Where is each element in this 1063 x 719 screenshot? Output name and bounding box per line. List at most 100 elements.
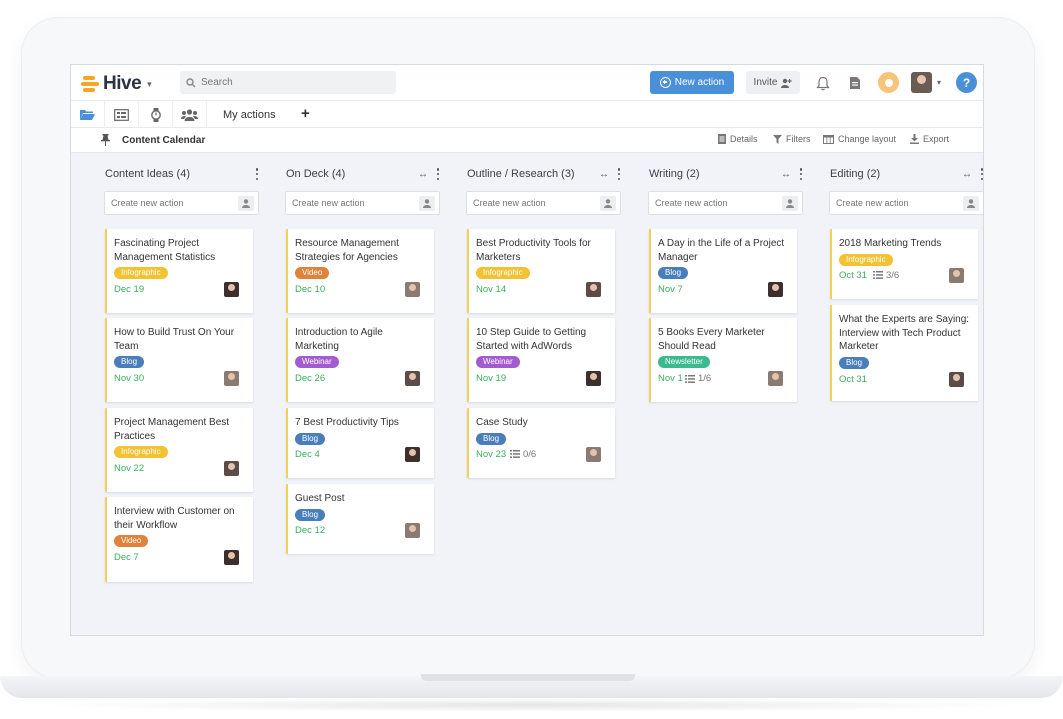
column-menu-icon[interactable] [436,168,440,180]
label-tag[interactable]: Blog [295,432,326,445]
assignee-avatar[interactable] [405,371,420,386]
assignee-avatar[interactable] [586,282,601,297]
assignee-avatar[interactable] [586,446,601,462]
filters-button[interactable]: Filters [773,134,811,144]
assign-user-icon[interactable] [782,196,798,211]
details-button[interactable]: Details [718,134,758,144]
assignee-avatar[interactable] [224,371,239,386]
label-tag[interactable]: Infographic [839,253,893,266]
export-button[interactable]: Export [910,134,949,144]
due-date[interactable]: Nov 23 [476,449,506,460]
due-date[interactable]: Nov 19 [476,373,506,384]
action-card[interactable]: Guest Post Blog Dec 12 [286,484,434,554]
assignee-avatar[interactable] [405,522,420,538]
tab-table-view[interactable] [105,101,139,128]
chevron-down-icon[interactable]: ▾ [937,78,941,87]
label-tag[interactable]: Newsletter [658,356,710,368]
invite-button[interactable]: Invite [746,71,800,94]
action-card[interactable]: Introduction to Agile Marketing Webinar De… [286,318,434,402]
add-tab-button[interactable]: + [301,105,310,122]
column-title[interactable]: Editing (2) [830,168,880,180]
assignee-avatar[interactable] [768,371,783,386]
create-action-field[interactable] [285,191,440,215]
assign-user-icon[interactable] [238,196,254,211]
due-date[interactable]: Dec 4 [295,449,320,460]
assign-user-icon[interactable] [963,196,979,211]
tab-my-actions[interactable]: My actions [223,109,276,121]
assignee-avatar[interactable] [768,282,783,297]
label-tag[interactable]: Webinar [476,356,520,368]
action-card[interactable]: Best Productivity Tools for Marketers Inf… [467,229,615,313]
label-tag[interactable]: Blog [658,267,689,279]
tab-projects[interactable] [71,101,105,128]
label-tag[interactable]: Infographic [114,446,168,458]
create-action-field[interactable] [104,191,259,215]
notes-button[interactable] [846,74,864,92]
action-card[interactable]: A Day in the Life of a Project Manager Bl… [649,229,797,313]
create-action-input[interactable] [111,198,231,208]
label-tag[interactable]: Blog [476,432,507,445]
assignee-avatar[interactable] [405,446,420,462]
due-date[interactable]: Dec 10 [295,284,325,295]
column-menu-icon[interactable] [799,168,803,180]
action-card[interactable]: 10 Step Guide to Getting Started with Ad… [467,318,615,402]
user-avatar[interactable] [911,72,932,93]
create-action-field[interactable] [829,191,983,215]
create-action-input[interactable] [655,198,775,208]
notifications-button[interactable] [814,74,832,92]
create-action-input[interactable] [473,198,593,208]
assignee-avatar[interactable] [224,550,239,565]
column-menu-icon[interactable] [980,168,983,180]
search-input[interactable] [201,77,381,88]
assignee-avatar[interactable] [586,371,601,386]
expand-column-icon[interactable]: ↔ [418,169,428,180]
label-tag[interactable]: Infographic [114,267,168,279]
label-tag[interactable]: Webinar [295,356,339,368]
search-box[interactable] [180,71,396,94]
column-title[interactable]: Content Ideas (4) [105,168,190,180]
expand-column-icon[interactable]: ↔ [599,169,609,180]
pin-icon[interactable] [101,134,110,146]
assign-user-icon[interactable] [419,196,435,211]
assignee-avatar[interactable] [224,461,239,476]
label-tag[interactable]: Video [114,535,149,547]
due-date[interactable]: Oct 31 [839,270,867,281]
label-tag[interactable]: Infographic [476,267,530,279]
due-date[interactable]: Dec 12 [295,525,325,536]
assignee-avatar[interactable] [405,282,420,297]
create-action-field[interactable] [466,191,621,215]
tab-team[interactable] [173,101,207,128]
action-card[interactable]: Resource Management Strategies for Agenc… [286,229,434,313]
label-tag[interactable]: Blog [114,356,145,368]
column-menu-icon[interactable] [255,168,259,180]
assignee-avatar[interactable] [949,371,964,387]
column-title[interactable]: On Deck (4) [286,168,345,180]
action-card[interactable]: Case Study Blog Nov 23 0/6 [467,408,615,478]
column-title[interactable]: Writing (2) [649,168,700,180]
column-menu-icon[interactable] [617,168,621,180]
due-date[interactable]: Nov 1 [658,373,683,384]
label-tag[interactable]: Video [295,267,330,279]
new-action-button[interactable]: New action [650,71,734,94]
due-date[interactable]: Dec 26 [295,373,325,384]
action-card[interactable]: 2018 Marketing Trends Infographic Oct 31 3/… [830,229,978,299]
create-action-field[interactable] [648,191,803,215]
due-date[interactable]: Dec 19 [114,284,144,295]
action-card[interactable]: 5 Books Every Marketer Should Read Newsle… [649,318,797,402]
column-title[interactable]: Outline / Research (3) [467,168,575,180]
due-date[interactable]: Nov 14 [476,284,506,295]
action-card[interactable]: Project Management Best Practices Infogra… [105,408,253,492]
change-layout-button[interactable]: Change layout [823,134,896,144]
organization-avatar[interactable] [878,72,899,93]
due-date[interactable]: Dec 7 [114,552,139,563]
help-button[interactable]: ? [956,72,977,93]
due-date[interactable]: Oct 31 [839,374,867,385]
action-card[interactable]: What the Experts are Saying: Interview w… [830,305,978,401]
workspace-switcher[interactable]: Hive ▾ [81,73,152,95]
create-action-input[interactable] [292,198,412,208]
action-card[interactable]: Interview with Customer on their Workflo… [105,497,253,582]
due-date[interactable]: Nov 22 [114,463,144,474]
assignee-avatar[interactable] [224,282,239,297]
assign-user-icon[interactable] [600,196,616,211]
due-date[interactable]: Nov 7 [658,284,683,295]
